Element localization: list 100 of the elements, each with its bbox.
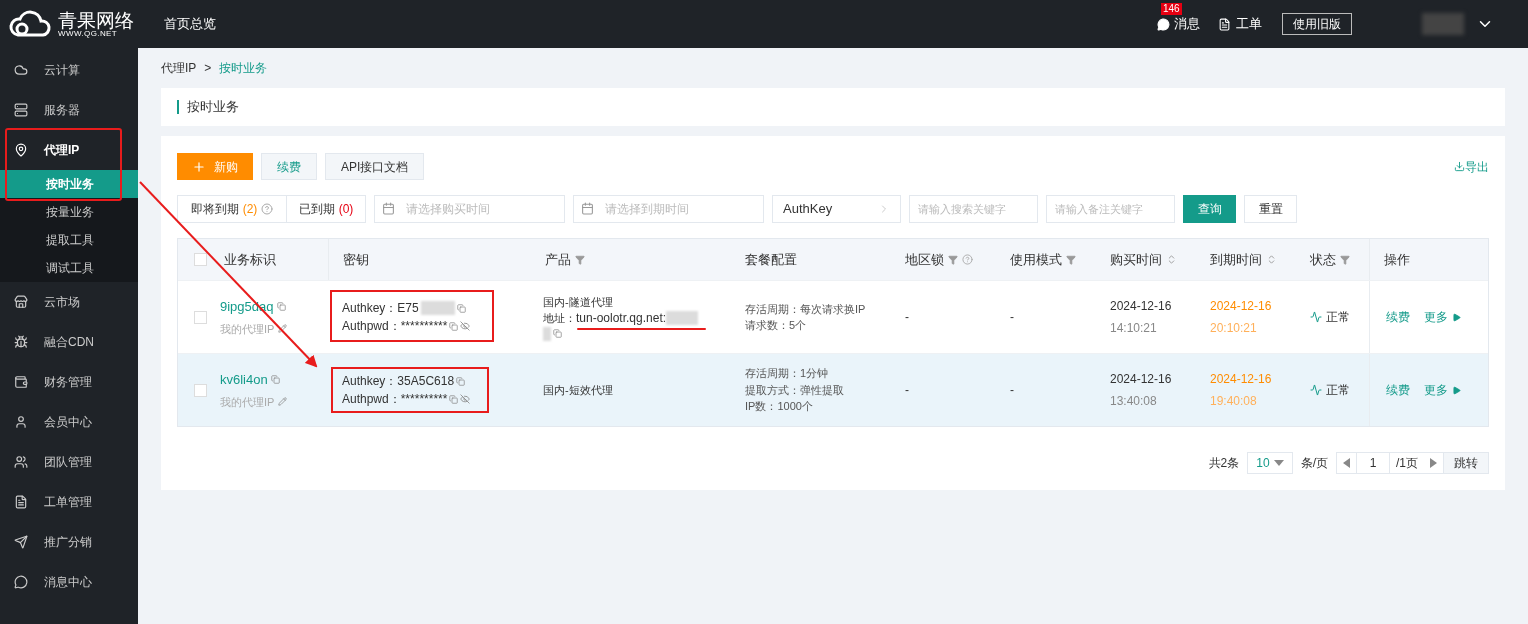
- sidebar-item[interactable]: 推广分销: [0, 522, 138, 562]
- copy-icon[interactable]: [270, 375, 280, 385]
- sidebar-item[interactable]: 融合CDN: [0, 322, 138, 362]
- calendar-icon: [581, 202, 594, 215]
- column-header: 状态: [1310, 250, 1336, 269]
- usage-mode-text: -: [1010, 383, 1014, 397]
- eye-off-icon[interactable]: [460, 321, 471, 331]
- column-header: 到期时间: [1210, 250, 1262, 269]
- expiring-count: (2): [242, 201, 258, 218]
- status-text: 正常: [1326, 309, 1350, 326]
- sidebar-subitem[interactable]: 按量业务: [0, 198, 138, 226]
- column-header: 使用模式: [1010, 250, 1062, 269]
- column-header: 业务标识: [224, 250, 276, 269]
- purchase-date: 2024-12-16: [1110, 371, 1173, 388]
- help-icon: [962, 254, 973, 265]
- sidebar-item[interactable]: 服务器: [0, 90, 138, 130]
- help-icon: [261, 203, 274, 215]
- sidebar-item[interactable]: 代理IP: [0, 130, 138, 170]
- copy-icon[interactable]: [456, 303, 466, 313]
- sort-icon[interactable]: [1266, 254, 1277, 265]
- messages-button[interactable]: 消息: [1157, 14, 1200, 34]
- page-title: 按时业务: [177, 100, 239, 114]
- page-size-select[interactable]: 10: [1247, 452, 1293, 474]
- filter-icon[interactable]: [948, 254, 958, 265]
- copy-icon[interactable]: [456, 376, 466, 386]
- config-line: IP数：1000个: [745, 399, 814, 415]
- page-total: /1页: [1395, 455, 1419, 472]
- product-name: 国内-短效代理: [543, 382, 614, 398]
- total-count: 共2条: [1208, 455, 1240, 472]
- username-blur: [1422, 13, 1464, 35]
- next-page-icon[interactable]: [1430, 458, 1437, 468]
- previous-page-icon[interactable]: [1343, 458, 1350, 468]
- authkey-text: Authkey：35A5C618: [342, 373, 455, 390]
- pencil-icon[interactable]: [278, 324, 288, 334]
- row-checkbox[interactable]: [194, 310, 207, 324]
- renew-link[interactable]: 续费: [1386, 308, 1410, 326]
- select-all-checkbox[interactable]: [194, 253, 207, 266]
- sidebar-item[interactable]: 财务管理: [0, 362, 138, 402]
- region-lock-text: -: [905, 310, 909, 324]
- old-version-button[interactable]: 使用旧版: [1282, 13, 1352, 35]
- expiry-time: 20:10:21: [1210, 320, 1258, 337]
- keyword-input[interactable]: 请输入搜索关键字: [909, 195, 1038, 223]
- message-count-badge: 146: [1161, 3, 1182, 16]
- copy-icon[interactable]: [449, 321, 459, 331]
- sidebar-subitem[interactable]: 提取工具: [0, 226, 138, 254]
- config-line: 存活周期：每次请求换IP: [745, 301, 867, 317]
- jump-button[interactable]: 跳转: [1443, 453, 1488, 473]
- column-header: 套餐配置: [745, 250, 797, 269]
- breadcrumb-separator: >: [204, 60, 212, 77]
- sidebar-subitem[interactable]: 调试工具: [0, 254, 138, 282]
- sidebar-item[interactable]: 云计算: [0, 50, 138, 90]
- purchase-time: 14:10:21: [1110, 320, 1158, 337]
- brand-url: WWW.QG.NET: [58, 29, 118, 38]
- column-header: 操作: [1384, 250, 1410, 269]
- remark-text: 我的代理IP: [220, 321, 275, 337]
- sort-icon[interactable]: [1166, 254, 1177, 265]
- calendar-icon: [382, 202, 395, 215]
- tickets-button[interactable]: 工单: [1218, 14, 1262, 34]
- column-header: 购买时间: [1110, 250, 1162, 269]
- page-number-input[interactable]: 1: [1356, 453, 1390, 473]
- sidebar-item[interactable]: 云市场: [0, 282, 138, 322]
- filter-icon[interactable]: [1340, 254, 1350, 265]
- sidebar-item[interactable]: 团队管理: [0, 442, 138, 482]
- copy-icon[interactable]: [449, 394, 459, 404]
- product-name: 国内-隧道代理: [543, 294, 614, 310]
- sidebar-item[interactable]: 会员中心: [0, 402, 138, 442]
- expiry-date-field[interactable]: 请选择到期时间: [573, 195, 764, 223]
- breadcrumb-link[interactable]: 代理IP: [161, 59, 197, 77]
- purchase-date: 2024-12-16: [1110, 298, 1173, 315]
- nav-link[interactable]: 首页总览: [164, 14, 216, 34]
- filter-icon[interactable]: [1066, 254, 1076, 265]
- sidebar-item[interactable]: 消息中心: [0, 562, 138, 602]
- reset-button[interactable]: 重置: [1244, 195, 1297, 223]
- send-icon: [14, 535, 28, 549]
- sidebar-item[interactable]: 工单管理: [0, 482, 138, 522]
- filter-icon[interactable]: [575, 254, 585, 265]
- export-link[interactable]: 导出: [1454, 157, 1489, 176]
- users-icon: [14, 455, 28, 469]
- copy-icon[interactable]: [276, 302, 286, 312]
- row-checkbox[interactable]: [194, 383, 207, 397]
- eye-off-icon[interactable]: [460, 394, 471, 404]
- api-docs-button[interactable]: API接口文档: [325, 153, 425, 180]
- per-page-label: 条/页: [1300, 455, 1328, 472]
- purchase-time: 13:40:08: [1110, 393, 1158, 410]
- chat-icon: [14, 575, 28, 589]
- status-icon: [1310, 311, 1322, 323]
- expiring-filter-button[interactable]: 即将到期 (2): [178, 196, 286, 222]
- purchase-date-field[interactable]: 请选择购买时间: [374, 195, 565, 223]
- search-field-select[interactable]: AuthKey: [772, 195, 901, 223]
- expiry-time: 19:40:08: [1210, 393, 1258, 410]
- address-text: tun-oolotr.qg.net:: [576, 311, 667, 325]
- copy-icon[interactable]: [553, 329, 562, 338]
- remark-input[interactable]: 请输入备注关键字: [1046, 195, 1175, 223]
- download-icon: [1454, 161, 1465, 172]
- expired-filter-button[interactable]: 已到期 (0): [286, 196, 365, 222]
- document-icon: [1218, 17, 1231, 31]
- region-lock-text: -: [905, 383, 909, 397]
- more-link[interactable]: 更多: [1424, 308, 1461, 326]
- wallet-icon: [14, 375, 28, 389]
- status-icon: [1310, 384, 1322, 396]
